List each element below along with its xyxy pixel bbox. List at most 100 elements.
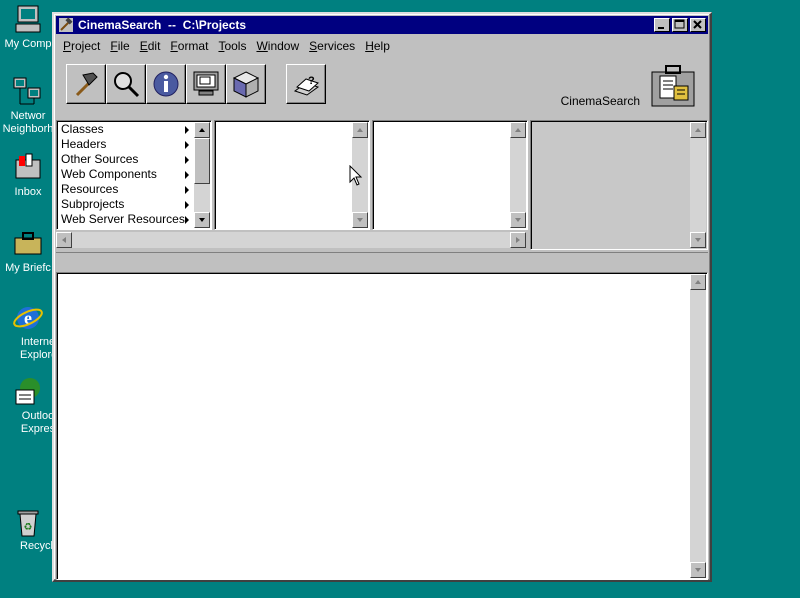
list-item[interactable]: Web Components bbox=[59, 167, 191, 182]
list-item-label: Other Sources bbox=[61, 152, 139, 166]
arrow-up-icon bbox=[357, 128, 363, 132]
build-button[interactable] bbox=[66, 64, 106, 104]
arrow-right-icon bbox=[516, 237, 520, 243]
desktop-icon-inbox[interactable]: Inbox bbox=[0, 152, 56, 199]
menu-format[interactable]: Format bbox=[165, 39, 213, 53]
scroll-down-button[interactable] bbox=[352, 212, 368, 228]
desktop-icon-label: Recycle bbox=[20, 540, 60, 552]
menu-accelerator: F bbox=[170, 39, 178, 53]
list-item-label: Resources bbox=[61, 182, 119, 196]
menu-label: elp bbox=[373, 39, 390, 53]
minimize-icon bbox=[658, 27, 664, 29]
menu-accelerator: P bbox=[63, 39, 72, 53]
desktop-icon-label: My Comp bbox=[4, 38, 52, 50]
file-list-column-2 bbox=[214, 120, 370, 230]
launcher-button[interactable] bbox=[186, 64, 226, 104]
help-button[interactable]: ? bbox=[286, 64, 326, 104]
inspector-button[interactable] bbox=[146, 64, 186, 104]
menu-label: ervices bbox=[317, 39, 356, 53]
find-button[interactable] bbox=[106, 64, 146, 104]
scroll-up-button[interactable] bbox=[352, 122, 368, 138]
desktop-icon-briefcase[interactable]: My Briefc bbox=[0, 228, 56, 275]
desktop-icon-internet-explorer[interactable]: e Interne Explore bbox=[0, 302, 57, 362]
arrow-down-icon bbox=[695, 568, 701, 572]
vertical-scrollbar[interactable] bbox=[510, 122, 526, 228]
preview-vertical-scrollbar[interactable] bbox=[690, 122, 706, 248]
menu-services[interactable]: Services bbox=[304, 39, 360, 53]
menu-edit[interactable]: Edit bbox=[135, 39, 166, 53]
scroll-up-button[interactable] bbox=[194, 122, 210, 138]
menu-tools[interactable]: Tools bbox=[213, 39, 251, 53]
list-item-label: Subprojects bbox=[61, 197, 125, 211]
menu-label: dit bbox=[147, 39, 161, 53]
pane-splitter[interactable] bbox=[56, 252, 708, 272]
arrow-up-icon bbox=[515, 128, 521, 132]
list-item[interactable]: Other Sources bbox=[59, 152, 191, 167]
desktop-icon-label-2: Neighborh bbox=[2, 123, 54, 135]
list-item[interactable]: Subprojects bbox=[59, 197, 191, 212]
help-book-icon: ? bbox=[293, 75, 320, 96]
monitor-icon bbox=[193, 71, 219, 96]
scroll-down-button[interactable] bbox=[690, 562, 706, 578]
arrow-up-icon bbox=[695, 128, 701, 132]
scroll-down-button[interactable] bbox=[690, 232, 706, 248]
menu-project[interactable]: Project bbox=[58, 39, 105, 53]
editor-pane[interactable] bbox=[56, 272, 708, 580]
desktop-icon-network[interactable]: Networ Neighborh bbox=[0, 76, 56, 136]
list-item[interactable]: Resources bbox=[59, 182, 191, 197]
list-item-label: Web Server Resources bbox=[61, 212, 185, 226]
hammer-icon bbox=[75, 72, 98, 97]
minimize-button[interactable] bbox=[654, 18, 670, 32]
project-window: CinemaSearch -- C:\Projects Project File… bbox=[52, 12, 712, 582]
desktop-icon-label: Networ bbox=[10, 110, 46, 122]
list-item[interactable]: Headers bbox=[59, 137, 191, 152]
arrow-down-icon bbox=[695, 238, 701, 242]
list-item[interactable]: Classes bbox=[59, 122, 191, 137]
desktop-icon-outlook-express[interactable]: Outloo Expres bbox=[0, 376, 56, 436]
title-bar[interactable]: CinemaSearch -- C:\Projects bbox=[56, 16, 708, 34]
chevron-right-icon bbox=[185, 126, 189, 134]
scroll-thumb[interactable] bbox=[194, 138, 210, 184]
chevron-right-icon bbox=[185, 171, 189, 179]
desktop-icon-label: My Briefc bbox=[5, 262, 51, 274]
menu-file[interactable]: File bbox=[105, 39, 134, 53]
browser-horizontal-scrollbar[interactable] bbox=[56, 232, 526, 248]
recycle-bin-icon: ♻ bbox=[12, 506, 44, 538]
chevron-right-icon bbox=[185, 141, 189, 149]
desktop-icon-label: Outloo bbox=[21, 410, 55, 422]
briefcase-icon bbox=[12, 228, 44, 260]
arrow-up-icon bbox=[199, 128, 205, 132]
chevron-right-icon bbox=[185, 201, 189, 209]
menu-accelerator: S bbox=[309, 39, 318, 53]
desktop-icon-recycle-bin[interactable]: ♻ Recycle bbox=[0, 506, 60, 553]
scroll-right-button[interactable] bbox=[510, 232, 526, 248]
menu-accelerator: W bbox=[256, 39, 268, 53]
scroll-up-button[interactable] bbox=[690, 122, 706, 138]
scroll-left-button[interactable] bbox=[56, 232, 72, 248]
menu-help[interactable]: Help bbox=[360, 39, 395, 53]
scroll-down-button[interactable] bbox=[194, 212, 210, 228]
menu-window[interactable]: Window bbox=[251, 39, 304, 53]
desktop-icon-label-2: Expres bbox=[20, 423, 56, 435]
internet-explorer-icon: e bbox=[12, 302, 44, 334]
file-list-column-3 bbox=[372, 120, 528, 230]
desktop-icon-my-computer[interactable]: My Comp bbox=[0, 4, 56, 51]
maximize-button[interactable] bbox=[672, 18, 688, 32]
menu-label: ormat bbox=[177, 39, 209, 53]
scroll-up-button[interactable] bbox=[510, 122, 526, 138]
chevron-right-icon bbox=[185, 186, 189, 194]
menu-label: indow bbox=[267, 39, 300, 53]
inbox-icon bbox=[12, 152, 44, 184]
arrow-down-icon bbox=[199, 218, 205, 222]
scroll-down-button[interactable] bbox=[510, 212, 526, 228]
outlook-express-icon bbox=[12, 376, 44, 408]
list-item[interactable]: Web Server Resources bbox=[59, 212, 191, 227]
chevron-right-icon bbox=[185, 156, 189, 164]
mouse-pointer-icon bbox=[349, 164, 363, 190]
scroll-up-button[interactable] bbox=[690, 274, 706, 290]
category-vertical-scrollbar[interactable] bbox=[194, 122, 210, 228]
hammer-app-icon[interactable] bbox=[58, 17, 74, 33]
interface-builder-button[interactable] bbox=[226, 64, 266, 104]
editor-vertical-scrollbar[interactable] bbox=[690, 274, 706, 578]
close-button[interactable] bbox=[690, 18, 706, 32]
